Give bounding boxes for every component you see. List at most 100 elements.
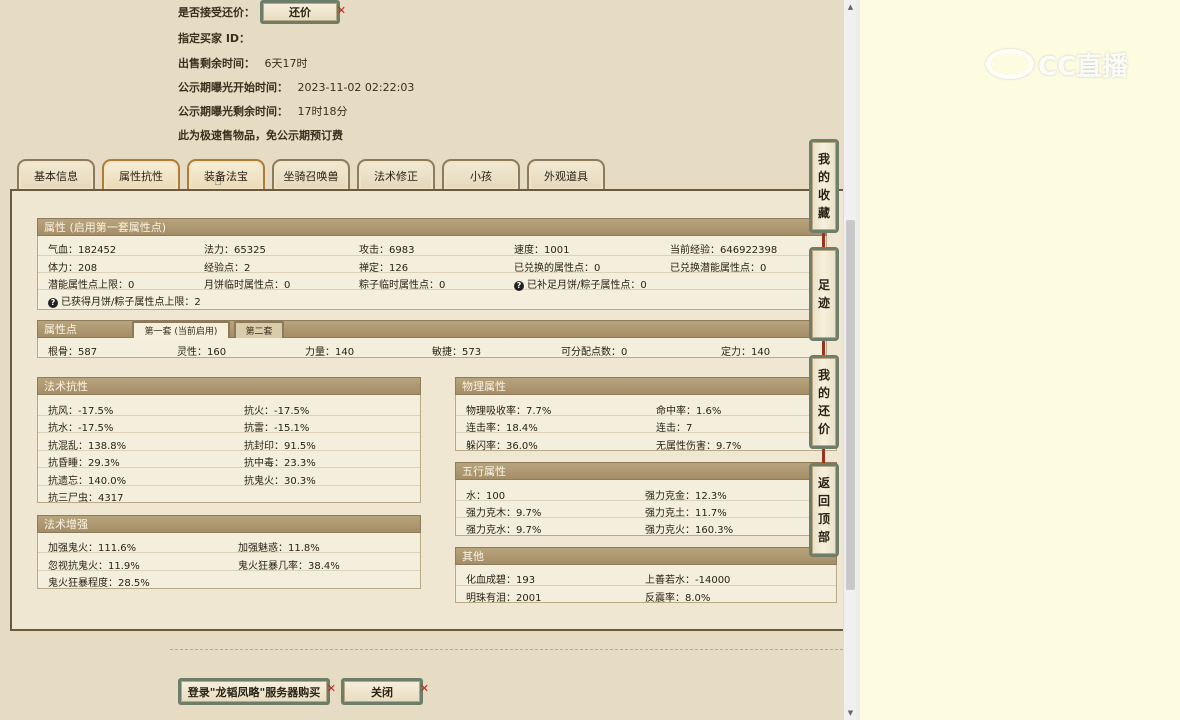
attributes-title: 属性 (启用第一套属性点)	[44, 221, 167, 234]
scroll-down-icon[interactable]: ▼	[846, 708, 855, 718]
tab-equipment[interactable]: 装备法宝	[187, 159, 265, 190]
other-mingzhu: 明珠有泪：2001	[466, 593, 542, 604]
attr-stamina: 体力：208	[48, 263, 98, 274]
close-x-icon: ✕	[419, 682, 429, 695]
buyer-id-label: 指定买家 ID：	[178, 32, 251, 45]
tab-label: 外观道具	[544, 169, 588, 183]
other-huaxue: 化血成碧：193	[466, 575, 536, 586]
resist-seal: 抗封印：91.5%	[244, 441, 316, 452]
question-icon[interactable]: ?	[514, 281, 524, 291]
tab-attributes[interactable]: 属性抗性	[102, 159, 180, 190]
element-vs-fire: 强力克火：160.3%	[645, 525, 734, 536]
phys-dodge: 躲闪率：36.0%	[466, 441, 538, 452]
stream-watermark: CC直播	[986, 44, 1156, 84]
side-char: 部	[817, 530, 830, 544]
five-elements-header: 五行属性	[455, 462, 837, 480]
login-buy-button[interactable]: 登录"龙韬凤略"服务器购买 ✕	[178, 678, 336, 705]
spell-boost-header: 法术增强	[37, 515, 421, 533]
resist-thunder: 抗雷：-15.1%	[244, 423, 310, 434]
physical-header: 物理属性	[455, 377, 837, 395]
side-char: 返	[817, 476, 830, 490]
physical-title: 物理属性	[462, 380, 506, 393]
tab-label: 属性抗性	[119, 169, 163, 183]
side-char: 收	[817, 188, 830, 202]
blank-side-pane	[860, 0, 1180, 720]
phys-combo: 连击：7	[656, 423, 693, 434]
buyer-id-row: 指定买家 ID：	[178, 30, 256, 46]
counter-offer-button[interactable]: 还价 ✕	[260, 0, 346, 24]
attr-attack: 攻击：6983	[359, 245, 415, 256]
attr-exchanged-points: 已兑换的属性点：0	[514, 263, 601, 274]
side-char: 藏	[817, 206, 830, 220]
remaining-time-value: 6天17时	[264, 57, 308, 70]
spell-resist-title: 法术抗性	[44, 380, 88, 393]
close-x-icon: ✕	[326, 682, 336, 695]
side-char: 价	[817, 422, 830, 436]
element-vs-water: 强力克水：9.7%	[466, 525, 542, 536]
back-to-top-button[interactable]: 返回顶部	[809, 463, 839, 557]
resist-poison: 抗中毒：23.3%	[244, 458, 316, 469]
resist-forget: 抗遗忘：140.0%	[48, 476, 127, 487]
publicity-start-label: 公示期曝光开始时间：	[178, 81, 288, 94]
attr-speed: 速度：1001	[514, 245, 570, 256]
publicity-remaining-label: 公示期曝光剩余时间：	[178, 105, 288, 118]
footprints-button[interactable]: 足迹	[809, 247, 839, 341]
side-char: 的	[817, 386, 830, 400]
close-x-icon: ✕	[336, 4, 346, 17]
scrollbar-thumb[interactable]	[846, 220, 855, 590]
phys-absorb: 物理吸收率：7.7%	[466, 406, 552, 417]
my-counter-offers-button[interactable]: 我的还价	[809, 355, 839, 449]
publicity-remaining-value: 17时18分	[297, 105, 348, 118]
attr-root-bone: 根骨：587	[48, 347, 98, 358]
side-connector	[822, 449, 825, 463]
element-vs-wood: 强力克木：9.7%	[466, 508, 542, 519]
attr-potential-limit: 潜能属性点上限：0	[48, 280, 135, 291]
remaining-time-label: 出售剩余时间：	[178, 57, 255, 70]
tab-child[interactable]: 小孩	[442, 159, 520, 190]
attr-agility: 敏捷：573	[432, 347, 482, 358]
remaining-time-row: 出售剩余时间： 6天17时	[178, 55, 308, 71]
tab-attr-set-1[interactable]: 第一套 (当前启用)	[132, 321, 230, 338]
attr-focus: 定力：140	[721, 347, 771, 358]
side-char: 顶	[817, 512, 830, 526]
attr-strength: 力量：140	[305, 347, 355, 358]
tab-appearance-items[interactable]: 外观道具	[527, 159, 605, 190]
vertical-scrollbar[interactable]: ▲ ▼	[843, 0, 856, 720]
phys-true-damage: 无属性伤害：9.7%	[656, 441, 742, 452]
boost-ignore-ghostfire: 忽视抗鬼火：11.9%	[48, 561, 140, 572]
tab-label: 小孩	[470, 169, 492, 183]
side-char: 的	[817, 170, 830, 184]
fast-sale-note: 此为极速售物品，免公示期预订费	[178, 127, 343, 143]
attr-exchanged-potential: 已兑换潜能属性点：0	[670, 263, 767, 274]
attr-allocatable: 可分配点数：0	[561, 347, 628, 358]
close-button[interactable]: 关闭 ✕	[341, 678, 429, 705]
scroll-up-icon[interactable]: ▲	[846, 2, 855, 12]
subtab-label: 第一套 (当前启用)	[144, 327, 218, 337]
tab-label: 坐骑召唤兽	[283, 169, 339, 183]
counter-offer-label: 还价	[289, 6, 311, 19]
accept-counter-row: 是否接受还价：	[178, 4, 255, 20]
boost-frenzy-rate: 鬼火狂暴几率：38.4%	[238, 561, 340, 572]
login-buy-label: 登录"龙韬凤略"服务器购买	[187, 685, 321, 699]
question-icon[interactable]: ?	[48, 298, 58, 308]
side-char: 还	[817, 404, 830, 418]
boost-frenzy-degree: 鬼火狂暴程度：28.5%	[48, 578, 150, 589]
side-char: 回	[817, 494, 830, 508]
side-char: 我	[817, 368, 830, 382]
attr-points-limit-text: 已获得月饼/粽子属性点上限：2	[61, 297, 201, 308]
tab-attr-set-2[interactable]: 第二套	[234, 321, 284, 338]
tab-label: 装备法宝	[204, 169, 248, 183]
watermark-logo-icon	[986, 49, 1034, 79]
other-shangshan: 上善若水：-14000	[645, 575, 731, 586]
tab-mounts-pets[interactable]: 坐骑召唤兽	[272, 159, 350, 190]
attr-exp-points: 经验点：2	[204, 263, 251, 274]
my-favorites-button[interactable]: 我的收藏	[809, 139, 839, 233]
attr-points-title: 属性点	[44, 323, 77, 336]
side-char: 足	[817, 278, 830, 292]
tab-basic-info[interactable]: 基本信息	[17, 159, 95, 190]
other-counter-rate: 反震率：8.0%	[645, 593, 711, 604]
resist-water: 抗水：-17.5%	[48, 423, 114, 434]
side-char: 迹	[817, 296, 830, 310]
accept-counter-label: 是否接受还价：	[178, 6, 255, 19]
tab-spell-correction[interactable]: 法术修正	[357, 159, 435, 190]
